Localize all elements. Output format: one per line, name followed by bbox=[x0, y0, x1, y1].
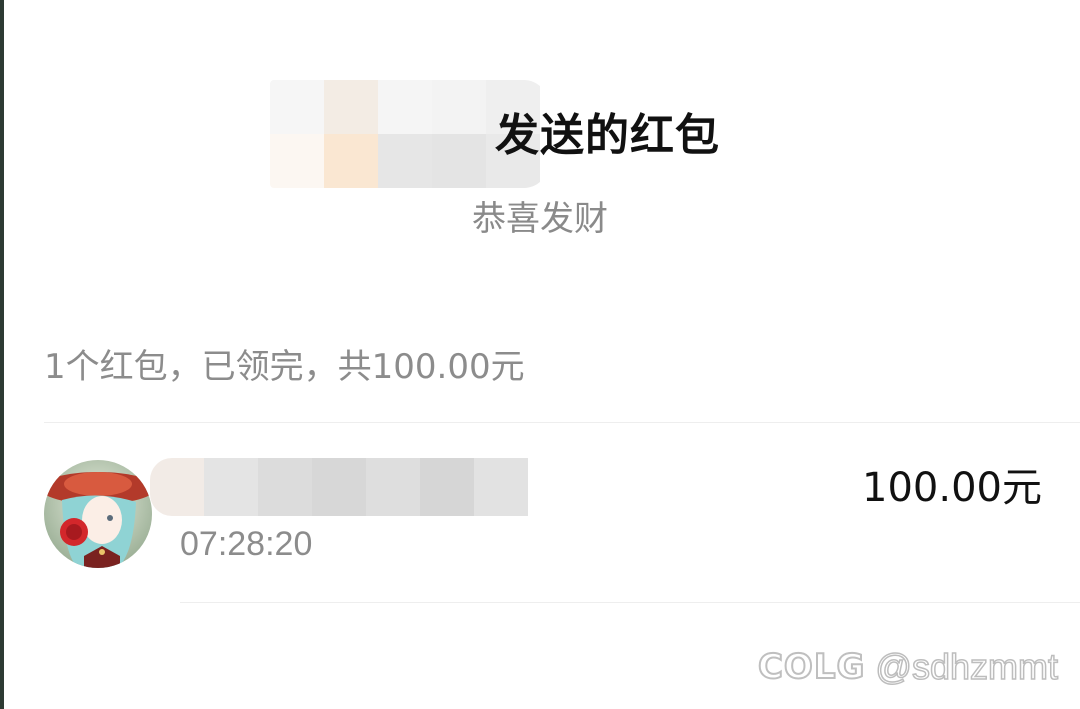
avatar-image-icon bbox=[44, 460, 152, 568]
claim-amount: 100.00元 bbox=[862, 465, 1042, 511]
watermark-handle: @sdhzmmt bbox=[875, 645, 1059, 688]
redpacket-summary: 1个红包，已领完，共100.00元 bbox=[44, 347, 525, 387]
watermark-logo: COLG bbox=[757, 646, 866, 688]
page-title: 发送的红包 bbox=[0, 106, 1080, 166]
greeting-text: 恭喜发财 bbox=[0, 196, 1080, 242]
greeting-label: 恭喜发财 bbox=[472, 199, 608, 239]
title-text: 发送的红包 bbox=[495, 110, 720, 161]
claimer-name-mosaic bbox=[150, 458, 540, 516]
watermark: COLG @sdhzmmt bbox=[757, 642, 1059, 692]
list-item[interactable]: 07:28:20 100.00元 bbox=[0, 423, 1080, 603]
divider bbox=[180, 602, 1080, 603]
claim-time: 07:28:20 bbox=[180, 525, 313, 563]
avatar[interactable] bbox=[44, 460, 152, 568]
